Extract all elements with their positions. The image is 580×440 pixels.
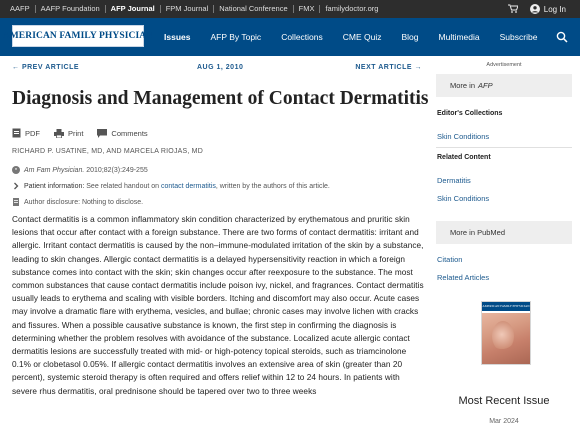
svg-text:": " <box>15 167 18 174</box>
nav-item-blog[interactable]: Blog <box>392 32 429 42</box>
related-link-dermatitis[interactable]: Dermatitis <box>437 176 471 185</box>
cover-photo <box>482 313 530 364</box>
pubmed-related-articles-link[interactable]: Related Articles <box>437 273 489 282</box>
top-link-familydoctor[interactable]: familydoctor.org <box>319 5 383 13</box>
afp-logo[interactable]: American Family Physician <box>3 25 153 47</box>
arrow-right-icon: → <box>414 64 422 71</box>
logo-text: American Family Physician <box>2 31 154 41</box>
right-sidebar: Advertisement More in AFP Editor's Collec… <box>436 62 572 440</box>
more-in-afp-journal: AFP <box>478 81 493 90</box>
pubmed-citation-link[interactable]: Citation <box>437 255 462 264</box>
advertisement-label: Advertisement <box>486 62 522 68</box>
pdf-label: PDF <box>25 128 40 138</box>
quote-icon: " <box>12 166 20 174</box>
nav-item-subscribe[interactable]: Subscribe <box>490 32 548 42</box>
journal-cover-image[interactable]: American Family Physician <box>481 301 531 365</box>
patient-info-line: Patient information: See related handout… <box>12 182 330 190</box>
citation-line: " Am Fam Physician. 2010;82(3):249-255 <box>12 166 148 174</box>
nav-item-collections[interactable]: Collections <box>271 32 333 42</box>
sidebar-divider <box>436 147 572 148</box>
related-content-heading: Related Content <box>437 154 491 161</box>
article-tools: PDF Print Comments <box>12 127 148 139</box>
print-icon <box>54 128 64 138</box>
login-button[interactable]: Log In <box>529 4 566 14</box>
comment-icon <box>97 128 108 138</box>
most-recent-issue-date: Mar 2024 <box>489 418 519 425</box>
nav-item-multimedia[interactable]: Multimedia <box>429 32 490 42</box>
prev-article-label: PREV ARTICLE <box>21 64 80 71</box>
print-label: Print <box>68 128 84 138</box>
comments-label: Comments <box>111 128 148 138</box>
user-icon <box>529 4 540 14</box>
more-in-afp-panel[interactable]: More in AFP <box>436 74 572 97</box>
editors-collections-heading: Editor's Collections <box>437 110 503 117</box>
top-link-aafp-foundation[interactable]: AAFP Foundation <box>34 5 105 13</box>
comments-button[interactable]: Comments <box>97 128 148 138</box>
cover-masthead: American Family Physician <box>482 302 530 311</box>
article-authors: RICHARD P. USATINE, MD, AND MARCELA RIOJ… <box>12 148 203 155</box>
prev-article-link[interactable]: ← PREV ARTICLE <box>12 64 79 71</box>
arrow-left-icon: ← <box>12 64 20 71</box>
login-label: Log In <box>543 4 566 14</box>
document-icon <box>13 198 19 206</box>
top-link-afp-journal[interactable]: AFP Journal <box>104 5 160 13</box>
top-link-fmx[interactable]: FMX <box>292 5 320 13</box>
top-link-fpm-journal[interactable]: FPM Journal <box>159 5 214 13</box>
cart-icon[interactable] <box>507 4 519 15</box>
related-link-skin-conditions[interactable]: Skin Conditions <box>437 194 489 203</box>
patient-info-text-post: , written by the authors of this article… <box>215 182 330 190</box>
next-article-link[interactable]: NEXT ARTICLE → <box>355 64 422 71</box>
citation-details: 2010;82(3):249-255 <box>84 166 148 174</box>
top-utility-bar: AAFP AAFP Foundation AFP Journal FPM Jou… <box>0 0 580 18</box>
top-link-national-conference[interactable]: National Conference <box>213 5 292 13</box>
patient-info-text-pre: See related handout on <box>84 182 161 190</box>
patient-info-label: Patient information: <box>24 182 85 190</box>
nav-item-cme-quiz[interactable]: CME Quiz <box>333 32 392 42</box>
search-icon[interactable] <box>556 30 568 48</box>
article-title: Diagnosis and Management of Contact Derm… <box>12 88 429 109</box>
chevron-right-icon <box>14 182 19 190</box>
author-disclosure: Author disclosure: Nothing to disclose. <box>24 198 144 206</box>
nav-item-afp-by-topic[interactable]: AFP By Topic <box>200 32 271 42</box>
most-recent-issue-title[interactable]: Most Recent Issue <box>436 395 572 407</box>
citation-journal: Am Fam Physician. <box>24 166 85 174</box>
top-links: AAFP AAFP Foundation AFP Journal FPM Jou… <box>10 5 383 13</box>
main-navigation: American Family Physician Issues AFP By … <box>0 18 580 56</box>
pdf-icon <box>12 128 21 138</box>
issue-date: AUG 1, 2010 <box>197 64 244 71</box>
next-article-label: NEXT ARTICLE <box>355 64 413 71</box>
more-in-pubmed-panel[interactable]: More in PubMed <box>436 221 572 244</box>
article-abstract: Contact dermatitis is a common inflammat… <box>12 215 424 396</box>
editors-collections-link[interactable]: Skin Conditions <box>437 132 489 141</box>
cover-masthead-text: American Family Physician <box>482 304 530 308</box>
contact-dermatitis-handout-link[interactable]: contact dermatitis <box>161 183 216 190</box>
disclosure-line: Author disclosure: Nothing to disclose. <box>12 198 143 206</box>
nav-item-issues[interactable]: Issues <box>154 32 200 42</box>
more-in-afp-prefix: More in <box>450 81 476 90</box>
print-button[interactable]: Print <box>54 128 84 138</box>
pdf-button[interactable]: PDF <box>12 128 40 138</box>
article-navigation: ← PREV ARTICLE AUG 1, 2010 NEXT ARTICLE … <box>12 64 422 76</box>
top-link-aafp[interactable]: AAFP <box>10 5 35 13</box>
